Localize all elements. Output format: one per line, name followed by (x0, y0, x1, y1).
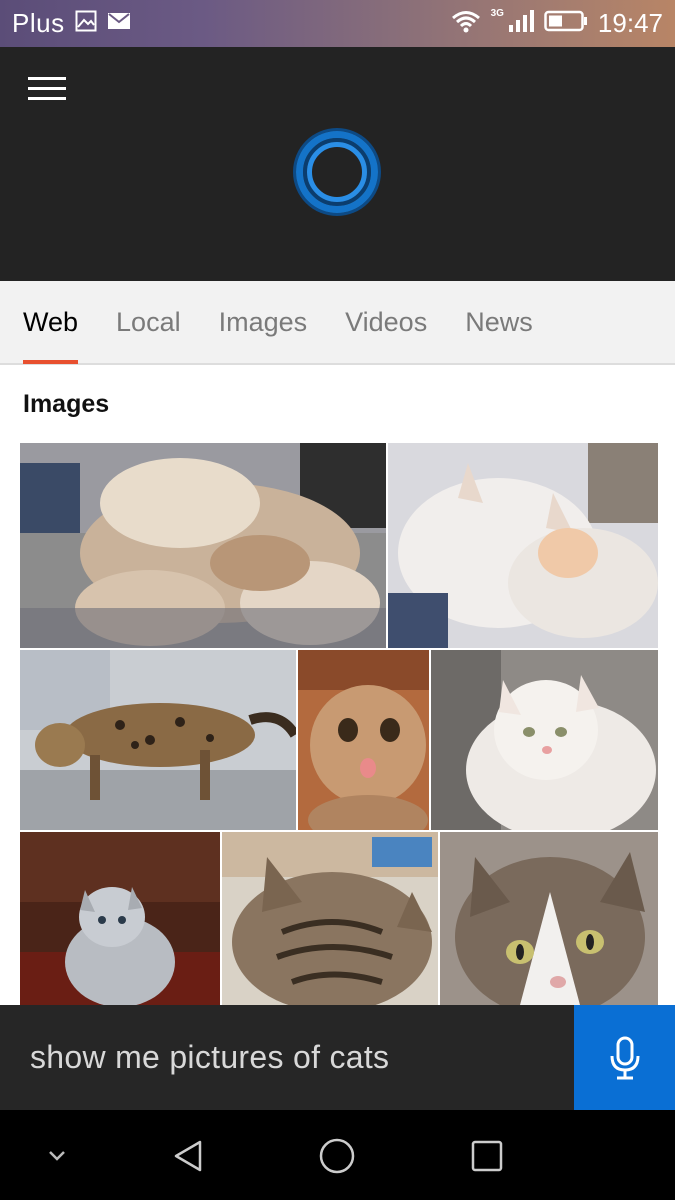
carrier-name: Plus (12, 8, 65, 38)
status-bar: Plus 3G 19:47 (0, 0, 675, 47)
chevron-down-icon[interactable] (33, 1132, 81, 1180)
recents-square-icon[interactable] (463, 1132, 511, 1180)
image-icon (75, 10, 97, 37)
wifi-icon (451, 9, 481, 38)
clock: 19:47 (597, 8, 663, 38)
search-query[interactable]: show me pictures of cats (30, 1039, 389, 1076)
hamburger-menu-icon[interactable] (28, 77, 68, 105)
microphone-icon[interactable] (574, 1005, 675, 1110)
image-tile-tabby-closeup[interactable] (222, 832, 438, 1005)
image-tile-tabby-white-cat[interactable] (440, 832, 658, 1005)
tab-web[interactable]: Web (23, 280, 79, 364)
image-tile-sleeping-kittens[interactable] (388, 443, 658, 648)
signal-icon (508, 9, 534, 38)
app-header (0, 47, 675, 281)
image-tile-cat-paws[interactable] (20, 443, 386, 648)
back-triangle-icon[interactable] (164, 1132, 212, 1180)
cortana-ring-icon[interactable] (296, 131, 378, 213)
section-title: Images (23, 390, 110, 418)
search-tabs: Web Local Images Videos News (0, 281, 675, 365)
system-nav-bar (0, 1110, 675, 1200)
tab-images[interactable]: Images (219, 280, 308, 364)
tab-videos[interactable]: Videos (345, 280, 427, 364)
image-tile-fold-kitten[interactable] (298, 650, 429, 830)
tab-local[interactable]: Local (116, 280, 181, 364)
image-tile-gray-kitten[interactable] (20, 832, 220, 1005)
tab-news[interactable]: News (465, 280, 533, 364)
image-grid (20, 443, 658, 1005)
battery-icon (544, 10, 588, 37)
network-type: 3G (490, 8, 504, 19)
image-tile-white-cat[interactable] (431, 650, 658, 830)
search-bar: show me pictures of cats (0, 1005, 675, 1110)
mail-icon (107, 12, 131, 35)
home-circle-icon[interactable] (313, 1132, 361, 1180)
image-tile-bengal-cat[interactable] (20, 650, 296, 830)
